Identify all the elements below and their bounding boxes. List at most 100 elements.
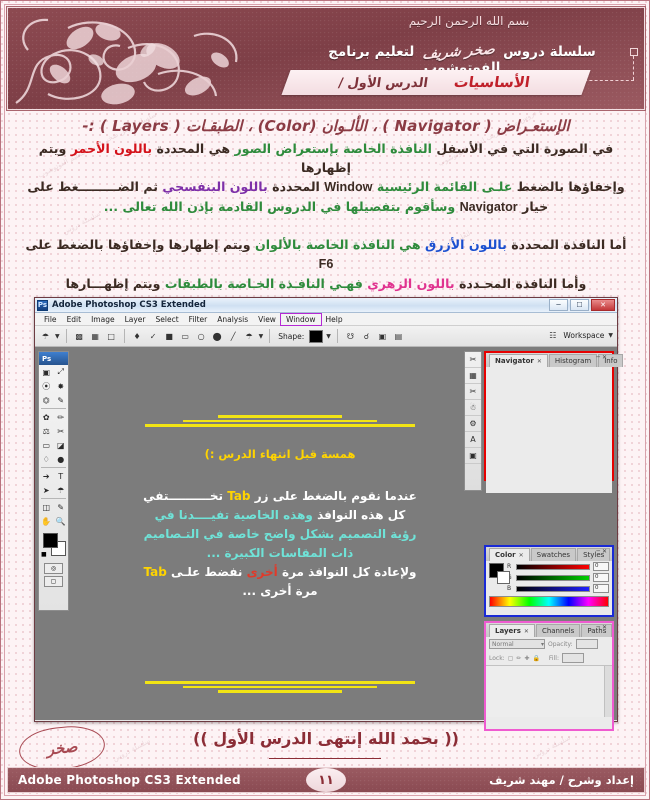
tool-presets-icon[interactable]: ▦	[465, 368, 481, 384]
eyedropper-tool-icon[interactable]: ✎	[54, 393, 69, 407]
menu-item-file[interactable]: File	[39, 314, 62, 325]
close-icon[interactable]: ✕	[591, 299, 615, 311]
menu-item-edit[interactable]: Edit	[62, 314, 87, 325]
pen-tool-icon[interactable]: ♦	[131, 330, 144, 343]
move-tool-icon[interactable]: ⤢	[54, 365, 69, 379]
panel-menu-icon[interactable]: ─✕	[596, 624, 609, 631]
lock-all-icon[interactable]: 🔒	[532, 655, 539, 662]
lock-transparent-icon[interactable]: ▢	[508, 655, 514, 662]
menu-item-select[interactable]: Select	[151, 314, 184, 325]
freeform-pen-icon[interactable]: ✓	[147, 330, 160, 343]
brush-dock-icon[interactable]: ✂	[465, 352, 481, 368]
lock-position-icon[interactable]: ✚	[524, 655, 529, 662]
shape-tool-icon[interactable]: ☂	[54, 483, 69, 497]
blue-slider[interactable]	[516, 585, 590, 592]
marquee-tool-icon[interactable]: ▣	[39, 365, 54, 379]
dodge-tool-icon[interactable]: ●	[54, 452, 69, 466]
chevron-down-icon[interactable]: ▾	[541, 641, 544, 648]
custom-shape-tool-icon[interactable]: ☂	[39, 330, 52, 343]
lock-image-icon[interactable]: ✏	[516, 655, 521, 662]
close-icon[interactable]: ✕	[524, 628, 529, 635]
eraser-tool-icon[interactable]: ▭	[39, 438, 54, 452]
paths-icon[interactable]: ▦	[89, 330, 102, 343]
character-icon[interactable]: ☃	[465, 400, 481, 416]
history-brush-tool-icon[interactable]: ✂	[54, 424, 69, 438]
bridge-icon[interactable]: ☷	[546, 329, 559, 342]
workspace-control[interactable]: ☷ Workspace ▼	[546, 329, 613, 342]
ellipse-tool-icon[interactable]: ○	[195, 330, 208, 343]
opacity-input[interactable]	[575, 639, 598, 649]
hand-tool-icon[interactable]: ✋	[39, 514, 54, 528]
exclude-shape-icon[interactable]: ▤	[392, 330, 405, 343]
zoom-tool-icon[interactable]: 🔍	[54, 514, 69, 528]
layer-comps-icon[interactable]: ⚙	[465, 416, 481, 432]
lasso-tool-icon[interactable]: ⦿	[39, 379, 54, 393]
close-icon[interactable]: ✕	[537, 358, 542, 365]
brush-tool-icon[interactable]: ✏	[54, 410, 69, 424]
menu-item-layer[interactable]: Layer	[120, 314, 151, 325]
menu-item-window[interactable]: Window	[279, 312, 322, 326]
green-slider[interactable]	[516, 574, 590, 581]
color-selector[interactable]: ■	[39, 531, 68, 561]
red-value[interactable]: 0	[593, 562, 609, 571]
shape-swatch[interactable]	[309, 329, 324, 343]
chevron-down-icon[interactable]: ▼	[608, 332, 613, 339]
paragraph-icon[interactable]: A	[465, 432, 481, 448]
fill-input[interactable]	[561, 653, 584, 663]
red-slider[interactable]	[516, 563, 590, 570]
shape-layers-icon[interactable]: ▩	[73, 330, 86, 343]
panel-menu-icon[interactable]: ─✕	[596, 354, 609, 361]
tab-channels[interactable]: Channels	[535, 624, 581, 637]
type-tool-icon[interactable]: T	[54, 469, 69, 483]
rounded-rectangle-icon[interactable]: ▭	[179, 330, 192, 343]
screen-mode-icon[interactable]: ▢	[44, 576, 63, 587]
intersect-shape-icon[interactable]: ▣	[376, 330, 389, 343]
rectangle-tool-icon[interactable]: ■	[163, 330, 176, 343]
shape-options-caret-icon[interactable]: ▼	[259, 333, 264, 340]
tab-navigator[interactable]: Navigator ✕	[489, 354, 548, 367]
swatch-caret-icon[interactable]: ▼	[326, 333, 331, 340]
3d-orbit-tool-icon[interactable]: ✎	[54, 500, 69, 514]
quick-mask-icon[interactable]: ◎	[44, 563, 63, 574]
menu-item-view[interactable]: View	[253, 314, 281, 325]
color-foreground-swatch[interactable]	[489, 563, 510, 584]
polygon-tool-icon[interactable]: ⬤	[211, 330, 224, 343]
healing-brush-tool-icon[interactable]: ✿	[39, 410, 54, 424]
menu-item-filter[interactable]: Filter	[184, 314, 213, 325]
add-to-shape-icon[interactable]: ☋	[344, 330, 357, 343]
menu-item-help[interactable]: Help	[321, 314, 348, 325]
clone-source-icon[interactable]: ▣	[465, 448, 481, 464]
line-tool-icon[interactable]: ╱	[227, 330, 240, 343]
blue-value[interactable]: 0	[593, 584, 609, 593]
path-selection-tool-icon[interactable]: ➤	[39, 483, 54, 497]
blend-mode-select[interactable]: Normal ▾	[489, 639, 545, 649]
default-colors-icon[interactable]: ■	[41, 551, 47, 558]
custom-shape-icon[interactable]: ☂	[243, 330, 256, 343]
tab-layers[interactable]: Layers ✕	[489, 624, 535, 637]
tool-preset-caret-icon[interactable]: ▼	[55, 333, 60, 340]
subtract-from-shape-icon[interactable]: ☌	[360, 330, 373, 343]
layers-scrollbar[interactable]	[604, 666, 612, 717]
menu-item-analysis[interactable]: Analysis	[212, 314, 253, 325]
tab-histogram[interactable]: Histogram	[548, 354, 598, 367]
fill-pixels-icon[interactable]: □	[105, 330, 118, 343]
panel-menu-icon[interactable]: ─✕	[596, 548, 609, 555]
color-spectrum-ramp[interactable]	[489, 596, 609, 607]
close-icon[interactable]: ✕	[519, 552, 524, 559]
foreground-color-swatch[interactable]	[43, 533, 58, 548]
crop-tool-icon[interactable]: ⏣	[39, 393, 54, 407]
menu-item-image[interactable]: Image	[86, 314, 120, 325]
blur-tool-icon[interactable]: ♢	[39, 452, 54, 466]
pen-tool-icon[interactable]: ➔	[39, 469, 54, 483]
layers-list[interactable]	[486, 665, 612, 717]
adjustments-icon[interactable]: ✂	[465, 384, 481, 400]
tab-swatches[interactable]: Swatches	[530, 548, 577, 561]
3d-rotate-tool-icon[interactable]: ◫	[39, 500, 54, 514]
tab-color[interactable]: Color ✕	[489, 548, 530, 561]
clone-stamp-tool-icon[interactable]: ⚖	[39, 424, 54, 438]
green-value[interactable]: 0	[593, 573, 609, 582]
minimize-icon[interactable]: ─	[549, 299, 568, 311]
gradient-tool-icon[interactable]: ◪	[54, 438, 69, 452]
maximize-icon[interactable]: ☐	[570, 299, 589, 311]
magic-wand-tool-icon[interactable]: ✸	[54, 379, 69, 393]
